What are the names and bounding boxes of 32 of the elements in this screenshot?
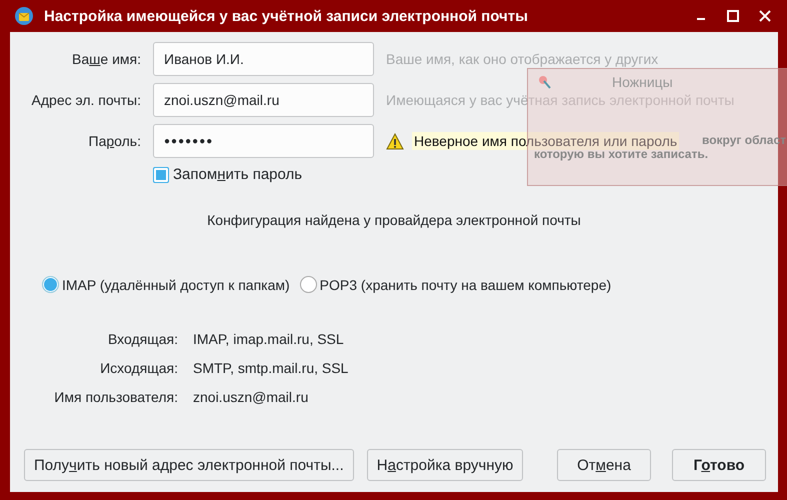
server-label: Имя пользователя: <box>53 389 178 405</box>
snipping-text: которую вы хотите записать. <box>534 147 708 161</box>
error-message: Неверное имя пользователя или пароль <box>412 132 680 150</box>
text-field[interactable]: znoi.uszn@mail.ru <box>153 83 374 117</box>
server-label: Исходящая: <box>99 360 178 376</box>
mail-app-icon <box>14 6 34 26</box>
field-label: Ваше имя: <box>71 51 141 67</box>
password-field[interactable]: ●●●●●●● <box>153 124 374 158</box>
radio-button[interactable] <box>42 276 59 293</box>
checkbox[interactable] <box>153 166 169 182</box>
radio-label[interactable]: IMAP (удалённый доступ к папкам) <box>62 276 290 292</box>
close-icon[interactable] <box>758 9 772 23</box>
field-label: Пароль: <box>88 133 141 149</box>
dialog-button[interactable]: Готово <box>672 449 766 481</box>
server-value: IMAP, imap.mail.ru, SSL <box>193 331 345 347</box>
config-message: Конфигурация найдена у провайдера электронной почты <box>206 212 582 228</box>
field-hint: Ваше имя, как оно отображается у других <box>386 51 660 67</box>
server-value: SMTP, smtp.mail.ru, SSL <box>193 360 350 376</box>
text-field[interactable]: Иванов И.И. <box>153 42 374 76</box>
dialog-button[interactable]: Настройка вручную <box>366 449 524 481</box>
server-value: znoi.uszn@mail.ru <box>193 389 310 405</box>
dialog-button[interactable]: Отмена <box>557 449 651 481</box>
checkbox-label[interactable]: Запомнить пароль <box>173 166 302 183</box>
server-label: Входящая: <box>106 331 178 347</box>
window-title: Настройка имеющейся у вас учётной записи электронной почты <box>44 8 529 24</box>
dialog-button[interactable]: Получить новый адрес электронной почты... <box>24 449 354 481</box>
snipping-title: Ножницы <box>612 74 673 90</box>
field-label: Адрес эл. почты: <box>30 92 141 108</box>
maximize-icon[interactable] <box>726 9 740 23</box>
radio-label[interactable]: POP3 (хранить почту на вашем компьютере) <box>320 276 612 292</box>
warning-icon <box>386 132 404 150</box>
radio-button[interactable] <box>300 276 317 293</box>
